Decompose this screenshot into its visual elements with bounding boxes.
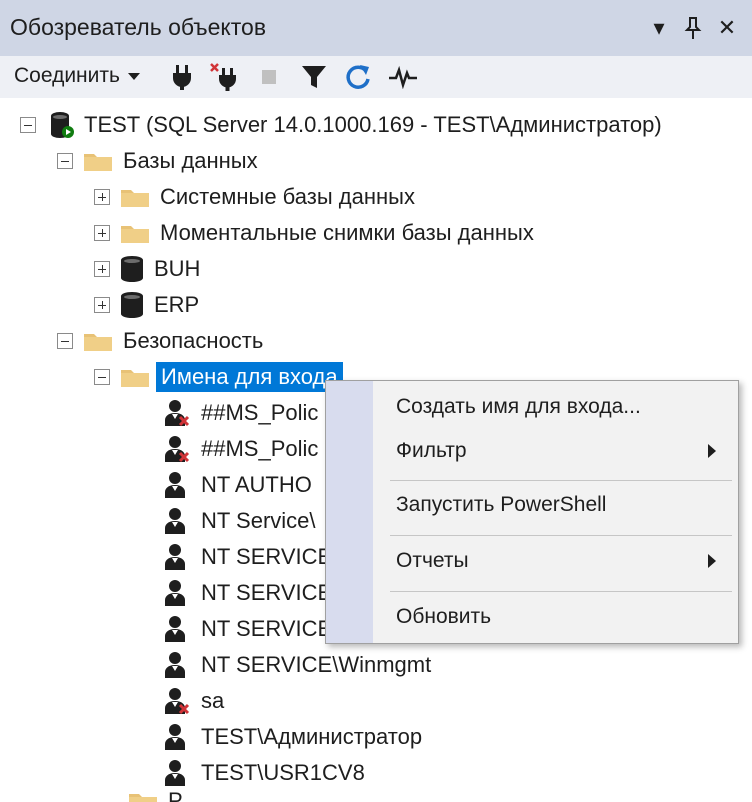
disabled-login-icon	[165, 436, 190, 463]
login-item[interactable]: NT Service\	[163, 503, 316, 539]
login-item[interactable]: NT SERVICE\Winmgmt	[163, 647, 431, 683]
menu-icon-strip	[326, 381, 373, 643]
login-item[interactable]: NT SERVICE	[163, 539, 332, 575]
submenu-arrow-icon	[708, 444, 716, 458]
tree-node-server[interactable]: TEST (SQL Server 14.0.1000.169 - TEST\Ад…	[20, 107, 662, 143]
menu-item-start-powershell[interactable]: Запустить PowerShell	[396, 493, 606, 517]
db-buh-label: BUH	[154, 256, 201, 281]
folder-icon	[121, 226, 149, 243]
tree-node-databases[interactable]: Базы данных	[57, 143, 258, 179]
connect-dropdown-button[interactable]: Соединить	[14, 64, 140, 88]
database-icon	[121, 256, 143, 282]
login-item[interactable]: TEST\USR1CV8	[163, 755, 365, 791]
login-name: NT AUTHO	[201, 472, 312, 497]
login-name: TEST\USR1CV8	[201, 760, 365, 785]
toolbar: Соединить	[0, 56, 752, 98]
login-item[interactable]: NT SERVICE	[163, 575, 332, 611]
system-databases-label: Системные базы данных	[160, 184, 415, 209]
tree-node-logins[interactable]: Имена для входа	[94, 359, 343, 395]
login-item[interactable]: TEST\Администратор	[163, 719, 422, 755]
menu-item-reports[interactable]: Отчеты	[396, 549, 469, 573]
login-name: NT Service\	[201, 508, 316, 533]
filter-icon[interactable]	[297, 60, 331, 94]
login-name: NT SERVICE\Winmgmt	[201, 652, 432, 677]
disabled-login-icon	[165, 400, 190, 427]
login-name: ##MS_Polic	[201, 436, 319, 461]
login-user-icon	[165, 724, 185, 750]
login-name: NT SERVICE	[201, 616, 333, 641]
login-name: ##MS_Polic	[201, 400, 319, 425]
collapse-toggle[interactable]	[94, 369, 110, 385]
disabled-login-icon	[165, 688, 190, 715]
connect-plug-icon[interactable]	[165, 60, 199, 94]
database-icon	[121, 292, 143, 318]
window-title: Обозреватель объектов	[10, 14, 267, 40]
refresh-icon[interactable]	[341, 60, 375, 94]
partial-label: Р	[168, 791, 183, 802]
expand-toggle[interactable]	[94, 189, 110, 205]
database-snapshots-label: Моментальные снимки базы данных	[160, 220, 534, 245]
db-erp-label: ERP	[154, 292, 200, 317]
menu-separator	[390, 591, 732, 592]
login-user-icon	[165, 508, 185, 534]
collapse-toggle[interactable]	[57, 153, 73, 169]
expand-toggle[interactable]	[94, 225, 110, 241]
login-item[interactable]: NT SERVICE	[163, 611, 332, 647]
login-user-icon	[165, 580, 185, 606]
login-user-icon	[165, 616, 185, 642]
submenu-arrow-icon	[708, 554, 716, 568]
folder-icon	[121, 190, 149, 207]
login-user-icon	[165, 544, 185, 570]
login-name: TEST\Администратор	[201, 724, 423, 749]
collapse-toggle[interactable]	[57, 333, 73, 349]
login-name: NT SERVICE	[201, 580, 333, 605]
tree-node-db-erp[interactable]: ERP	[94, 287, 199, 323]
login-item[interactable]: sa	[163, 683, 224, 719]
login-user-icon	[165, 472, 185, 498]
collapse-toggle[interactable]	[20, 117, 36, 133]
object-explorer-window: Обозреватель объектов ▾ ✕ Соединить TEST…	[0, 0, 752, 802]
login-user-icon	[165, 760, 185, 786]
databases-label: Базы данных	[123, 148, 258, 173]
tree-node-system-databases[interactable]: Системные базы данных	[94, 179, 415, 215]
login-name: sa	[201, 688, 225, 713]
menu-item-create-login[interactable]: Создать имя для входа...	[396, 395, 641, 419]
login-item[interactable]: NT AUTHO	[163, 467, 312, 503]
close-icon[interactable]: ✕	[712, 12, 742, 44]
title-bar: Обозреватель объектов ▾ ✕	[0, 0, 752, 56]
login-item[interactable]: ##MS_Polic	[163, 431, 318, 467]
menu-separator	[390, 480, 732, 481]
folder-icon	[121, 370, 149, 387]
disconnect-plug-icon[interactable]	[207, 60, 241, 94]
connect-label: Соединить	[14, 64, 120, 87]
tree-node-partial[interactable]: Р	[128, 791, 183, 802]
context-menu: Создать имя для входа... Фильтр Запустит…	[325, 380, 739, 644]
folder-icon	[129, 794, 157, 802]
login-user-icon	[165, 652, 185, 678]
folder-icon	[84, 154, 112, 171]
chevron-down-icon	[127, 72, 140, 80]
menu-item-filter[interactable]: Фильтр	[396, 439, 467, 463]
logins-label-selected: Имена для входа	[156, 362, 343, 392]
activity-monitor-icon[interactable]	[386, 60, 420, 94]
tree-node-database-snapshots[interactable]: Моментальные снимки базы данных	[94, 215, 534, 251]
server-label: TEST (SQL Server 14.0.1000.169 - TEST\Ад…	[84, 112, 662, 137]
menu-item-refresh[interactable]: Обновить	[396, 605, 491, 629]
server-connected-icon	[51, 112, 74, 138]
login-item[interactable]: ##MS_Polic	[163, 395, 318, 431]
security-label: Безопасность	[123, 328, 264, 353]
tree-node-db-buh[interactable]: BUH	[94, 251, 200, 287]
stop-icon[interactable]	[252, 60, 286, 94]
login-name: NT SERVICE	[201, 544, 333, 569]
window-options-icon[interactable]: ▾	[644, 12, 674, 44]
expand-toggle[interactable]	[94, 261, 110, 277]
tree-node-security[interactable]: Безопасность	[57, 323, 263, 359]
menu-separator	[390, 535, 732, 536]
expand-toggle[interactable]	[94, 297, 110, 313]
folder-icon	[84, 334, 112, 351]
pin-icon[interactable]	[678, 12, 708, 44]
